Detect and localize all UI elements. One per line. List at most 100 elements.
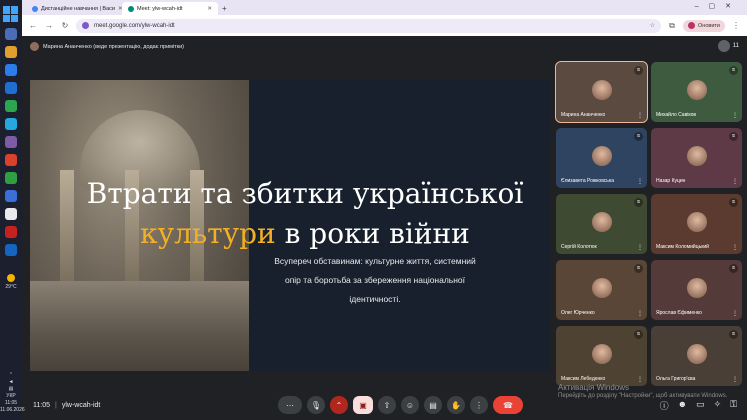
participant-avatar	[591, 211, 612, 232]
tile-options-icon[interactable]: ⋮	[637, 178, 643, 185]
more-options-icon[interactable]: ⋮	[470, 396, 488, 414]
meeting-code[interactable]: ylw-wcah-idt	[62, 402, 101, 409]
app-icon[interactable]	[5, 172, 17, 184]
meet-favicon-icon	[128, 5, 134, 12]
mic-muted-icon: ⦸	[729, 132, 738, 141]
participant-name: Максим Лебеденко	[561, 376, 606, 382]
weather-temp: 29°C	[5, 284, 17, 290]
participant-avatar	[686, 79, 707, 100]
profile-button[interactable]: Оновити	[683, 19, 725, 32]
lock-icon[interactable]: ⚿	[730, 399, 737, 412]
language-indicator[interactable]: УКР	[0, 393, 22, 400]
raise-hand-icon[interactable]: ✋	[447, 396, 465, 414]
tile-options-icon[interactable]: ⋮	[732, 376, 738, 383]
tile-options-icon[interactable]: ⋮	[732, 112, 738, 119]
tile-options-icon[interactable]: ⋮	[637, 244, 643, 251]
viber-icon[interactable]	[5, 136, 17, 148]
participant-name: Михайло Савіков	[656, 112, 697, 118]
tray-icons[interactable]: ⌃	[0, 372, 22, 379]
leave-call-button[interactable]: ☎	[493, 396, 523, 414]
participant-tile[interactable]: ⦸ Єлизавета Рожковська ⋮	[556, 128, 647, 188]
system-tray: ⌃ ◄ ▤ УКР 11:05 11.06.2026	[0, 372, 25, 414]
network-icon[interactable]: ▤	[0, 386, 22, 393]
emoji-reaction-icon[interactable]: ☺	[401, 396, 419, 414]
tile-options-icon[interactable]: ⋮	[732, 178, 738, 185]
participant-tile[interactable]: ⦸ Михайло Савіков ⋮	[651, 62, 742, 122]
present-screen-icon[interactable]: ⇧	[378, 396, 396, 414]
window-controls[interactable]: –▢✕	[695, 2, 741, 10]
tab-label: Meet: ylw-wcah-idt	[137, 5, 183, 12]
mic-icon[interactable]: 🎙	[307, 396, 325, 414]
windows-taskbar: 29°C ⌃ ◄ ▤ УКР 11:05 11.06.2026	[0, 0, 25, 420]
mic-muted-icon: ⦸	[634, 198, 643, 207]
camera-options-button[interactable]: ⌃	[330, 396, 348, 414]
volume-icon[interactable]: ◄	[0, 379, 22, 386]
tab-strip: Дистанційне навчання | Васи ✕ Meet: ylw-…	[22, 0, 747, 15]
participant-tile[interactable]: ⦸ Назар Куцин ⋮	[651, 128, 742, 188]
mic-muted-icon: ⦸	[634, 66, 643, 75]
opera-icon[interactable]	[5, 154, 17, 166]
chrome-icon[interactable]	[5, 208, 17, 220]
address-bar-row: ← → ↻ meet.google.com/ylw-wcah-idt ☆ ⧉ О…	[22, 15, 747, 36]
app-icon[interactable]	[5, 226, 17, 238]
edge-icon[interactable]	[5, 64, 17, 76]
participant-name: Максим Коломийцький	[656, 244, 709, 250]
presenter-avatar	[30, 42, 39, 51]
tile-options-icon[interactable]: ⋮	[732, 244, 738, 251]
mic-muted-icon: ⦸	[729, 198, 738, 207]
tile-options-icon[interactable]: ⋮	[732, 310, 738, 317]
file-explorer-icon[interactable]	[5, 46, 17, 58]
tile-options-icon[interactable]: ⋮	[637, 376, 643, 383]
tab-distance-learning[interactable]: Дистанційне навчання | Васи ✕	[26, 2, 122, 15]
windows-start-icon[interactable]	[3, 6, 19, 22]
menu-kebab-icon[interactable]: ⋮	[731, 21, 741, 30]
participant-name: Єлизавета Рожковська	[561, 178, 614, 184]
participants-indicator[interactable]: 11	[717, 40, 739, 52]
telegram-icon[interactable]	[5, 118, 17, 130]
url-field[interactable]: meet.google.com/ylw-wcah-idt ☆	[76, 18, 662, 33]
forward-icon[interactable]: →	[44, 21, 54, 30]
tray-clock-time[interactable]: 11:05	[0, 400, 22, 407]
participant-tile[interactable]: ⦸ Сергій Колотюк ⋮	[556, 194, 647, 254]
tile-options-icon[interactable]: ⋮	[637, 112, 643, 119]
meeting-time: 11:05	[33, 401, 50, 409]
app-icon[interactable]	[5, 190, 17, 202]
tile-options-icon[interactable]: ⋮	[637, 310, 643, 317]
weather-widget[interactable]: 29°C	[5, 274, 17, 291]
slide-title-line2: культури в роки війни	[70, 214, 540, 254]
profile-label: Оновити	[698, 22, 720, 29]
site-info-icon[interactable]	[82, 22, 89, 29]
participant-count: 11	[732, 43, 739, 49]
bookmark-star-icon[interactable]: ☆	[650, 22, 655, 29]
more-audio-options-button[interactable]: ⋯	[278, 396, 302, 414]
close-tab-icon[interactable]: ✕	[207, 6, 212, 12]
back-icon[interactable]: ←	[28, 21, 38, 30]
meeting-info: 11:05 | ylw-wcah-idt	[33, 401, 101, 409]
participant-name: Ольга Григор'єва	[656, 376, 696, 382]
presenter-banner: Марина Ананченко (веде презентацію, дода…	[30, 40, 184, 53]
participant-tile[interactable]: ⦸ Ярослав Єфименко ⋮	[651, 260, 742, 320]
participant-avatar	[686, 145, 707, 166]
reload-icon[interactable]: ↻	[60, 21, 70, 30]
participant-tile[interactable]: ⦸ Максим Коломийцький ⋮	[651, 194, 742, 254]
mic-muted-icon: ⦸	[634, 330, 643, 339]
search-icon[interactable]	[5, 28, 17, 40]
call-controls: ⋯ 🎙 ⌃ ▣ ⇧ ☺ ▤ ✋ ⋮ ☎	[278, 396, 523, 414]
extensions-icon[interactable]: ⧉	[667, 21, 677, 31]
participant-tile[interactable]: ⦸ Марина Ананченко ⋮	[555, 61, 648, 123]
slide-subtitle: Всупереч обставинам: культурне життя, си…	[274, 256, 476, 304]
mail-icon[interactable]	[5, 82, 17, 94]
store-icon[interactable]	[5, 100, 17, 112]
tab-meet[interactable]: Meet: ylw-wcah-idt ✕	[122, 2, 218, 15]
presentation-slide: Втрати та збитки української культури в …	[30, 80, 550, 371]
mic-muted-icon: ⦸	[729, 330, 738, 339]
captions-icon[interactable]: ▤	[424, 396, 442, 414]
participant-tile[interactable]: ⦸ Максим Лебеденко ⋮	[556, 326, 647, 386]
mic-muted-icon: ⦸	[634, 132, 643, 141]
camera-off-icon[interactable]: ▣	[353, 396, 373, 414]
tray-clock-date[interactable]: 11.06.2026	[0, 407, 25, 414]
word-icon[interactable]	[5, 244, 17, 256]
participant-tile[interactable]: ⦸ Ольга Григор'єва ⋮	[651, 326, 742, 386]
participant-tile[interactable]: ⦸ Олег Юрченко ⋮	[556, 260, 647, 320]
new-tab-button[interactable]: +	[222, 4, 227, 15]
